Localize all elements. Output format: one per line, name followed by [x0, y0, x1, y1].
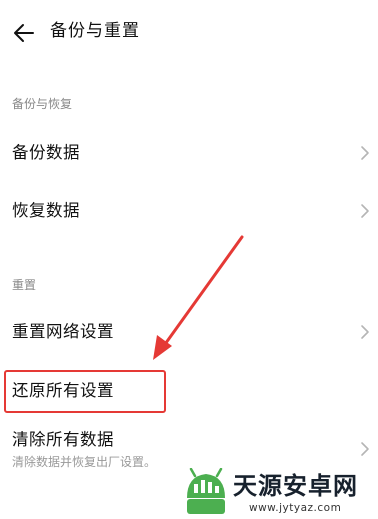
annotation-arrow: [153, 235, 244, 360]
watermark: 天源安卓网 www.jytyaz.com: [183, 466, 378, 519]
android-logo-icon: [187, 468, 225, 514]
watermark-name: 天源安卓网: [233, 472, 358, 500]
watermark-url: www.jytyaz.com: [249, 502, 342, 514]
